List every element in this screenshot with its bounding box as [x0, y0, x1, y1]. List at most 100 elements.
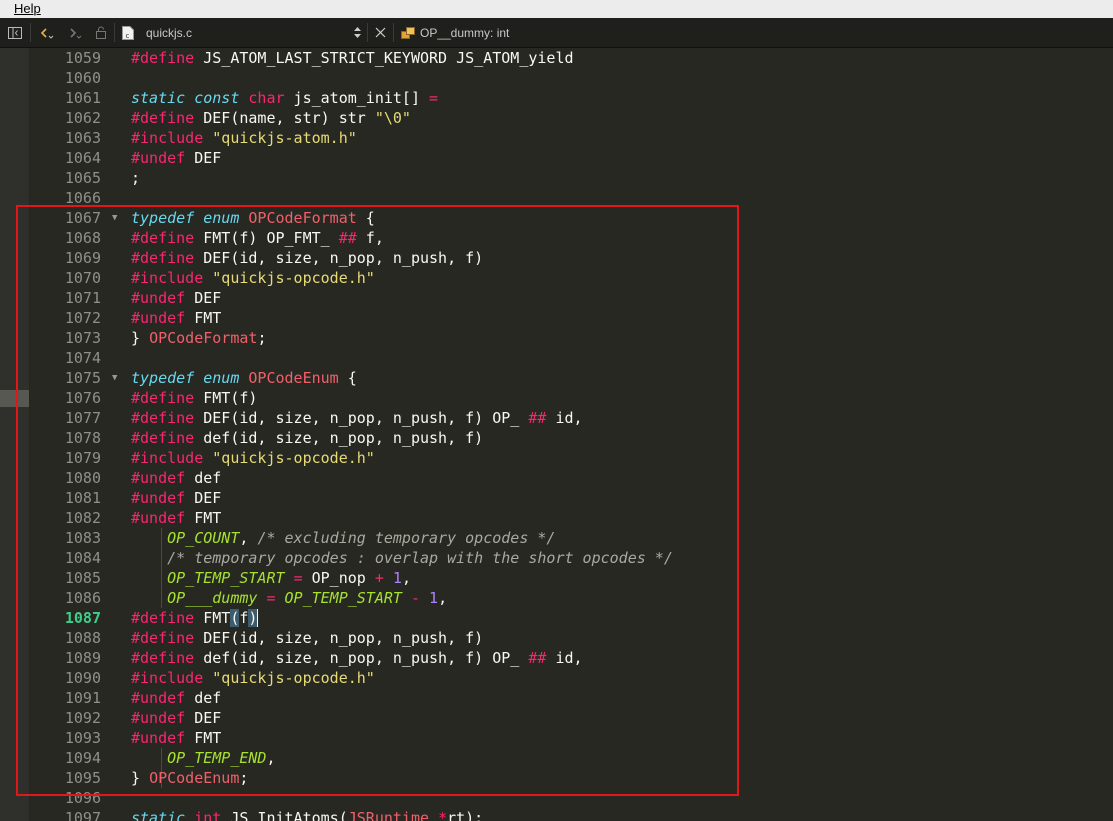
code-line[interactable]: 1097 static int JS_InitAtoms(JSRuntime *r…	[30, 808, 1113, 821]
toggle-sidebar-icon[interactable]	[4, 18, 26, 47]
line-number: 1059	[64, 49, 101, 67]
line-number: 1061	[64, 89, 101, 107]
line-number: 1097	[64, 809, 101, 821]
code-line[interactable]: 1068 #define FMT(f) OP_FMT_ ## f,	[30, 228, 1113, 248]
bookmark-gutter[interactable]	[0, 48, 30, 821]
code-line[interactable]: 1082 #undef FMT	[30, 508, 1113, 528]
code-line[interactable]: 1084 /* temporary opcodes : overlap with…	[30, 548, 1113, 568]
code-line[interactable]: 1096	[30, 788, 1113, 808]
code-line[interactable]: 1090 #include "quickjs-opcode.h"	[30, 668, 1113, 688]
code-line[interactable]: 1063 #include "quickjs-atom.h"	[30, 128, 1113, 148]
line-text: ;	[131, 169, 141, 187]
fold-arrow-icon[interactable]: ▼	[112, 368, 117, 388]
change-marker	[0, 390, 29, 407]
line-number: 1064	[64, 149, 101, 167]
code-line[interactable]: 1086 OP___dummy = OP_TEMP_START - 1,	[30, 588, 1113, 608]
line-text: #undef def	[131, 469, 222, 487]
code-line[interactable]: 1075 ▼ typedef enum OPCodeEnum {	[30, 368, 1113, 388]
lock-icon[interactable]	[92, 18, 110, 47]
line-number: 1086	[64, 589, 101, 607]
line-number: 1069	[64, 249, 101, 267]
line-text: typedef enum OPCodeFormat {	[131, 209, 375, 227]
code-line[interactable]: 1072 #undef FMT	[30, 308, 1113, 328]
line-text: #define def(id, size, n_pop, n_push, f)	[131, 429, 484, 447]
line-text: #undef def	[131, 689, 222, 707]
code-line[interactable]: 1093 #undef FMT	[30, 728, 1113, 748]
line-number: 1065	[64, 169, 101, 187]
code-line[interactable]: 1079 #include "quickjs-opcode.h"	[30, 448, 1113, 468]
file-tab-name[interactable]: quickjs.c	[146, 18, 192, 47]
code-line[interactable]: 1060	[30, 68, 1113, 88]
code-line[interactable]: 1087 #define FMT(f)	[30, 608, 1113, 628]
line-text: } OPCodeFormat;	[131, 329, 267, 347]
code-line[interactable]: 1070 #include "quickjs-opcode.h"	[30, 268, 1113, 288]
file-switcher-arrows-icon[interactable]	[350, 18, 364, 47]
line-text: OP_TEMP_END,	[167, 749, 276, 767]
line-text: static int JS_InitAtoms(JSRuntime *rt);	[131, 809, 484, 821]
fold-arrow-icon[interactable]: ▼	[112, 208, 117, 228]
line-number: 1062	[64, 109, 101, 127]
line-text: #undef FMT	[131, 509, 222, 527]
code-line[interactable]: 1089 #define def(id, size, n_pop, n_push,…	[30, 648, 1113, 668]
line-number: 1081	[64, 489, 101, 507]
code-line[interactable]: 1077 #define DEF(id, size, n_pop, n_push,…	[30, 408, 1113, 428]
line-number: 1093	[64, 729, 101, 747]
code-line[interactable]: 1091 #undef def	[30, 688, 1113, 708]
line-number: 1090	[64, 669, 101, 687]
line-number: 1092	[64, 709, 101, 727]
line-text: #define DEF(id, size, n_pop, n_push, f)	[131, 629, 484, 647]
code-line[interactable]: 1066	[30, 188, 1113, 208]
line-number: 1083	[64, 529, 101, 547]
line-number: 1070	[64, 269, 101, 287]
line-number: 1095	[64, 769, 101, 787]
code-line[interactable]: 1092 #undef DEF	[30, 708, 1113, 728]
line-number: 1091	[64, 689, 101, 707]
line-text: #define FMT(f) OP_FMT_ ## f,	[131, 229, 384, 247]
close-icon[interactable]	[371, 18, 389, 47]
code-line[interactable]: 1095} OPCodeEnum;	[30, 768, 1113, 788]
line-text: /* temporary opcodes : overlap with the …	[167, 549, 673, 567]
line-number: 1096	[64, 789, 101, 807]
line-text: #define JS_ATOM_LAST_STRICT_KEYWORD JS_A…	[131, 49, 574, 67]
code-line[interactable]: 1076 #define FMT(f)	[30, 388, 1113, 408]
code-line[interactable]: 1080 #undef def	[30, 468, 1113, 488]
line-number: 1063	[64, 129, 101, 147]
line-text: #define FMT(f)	[131, 389, 258, 407]
code-line[interactable]: 1062 #define DEF(name, str) str "\0"	[30, 108, 1113, 128]
code-line[interactable]: 1085 OP_TEMP_START = OP_nop + 1,	[30, 568, 1113, 588]
menu-bar: Help	[0, 0, 1113, 18]
menu-help[interactable]: Help	[14, 0, 41, 17]
code-line[interactable]: 1073 } OPCodeFormat;	[30, 328, 1113, 348]
code-line[interactable]: 1078 #define def(id, size, n_pop, n_push,…	[30, 428, 1113, 448]
code-line[interactable]: 1061 static const char js_atom_init[] =	[30, 88, 1113, 108]
line-number: 1089	[64, 649, 101, 667]
code-line[interactable]: 1083 OP_COUNT, /* excluding temporary op…	[30, 528, 1113, 548]
line-number: 1088	[64, 629, 101, 647]
code-line[interactable]: 1071 #undef DEF	[30, 288, 1113, 308]
forward-arrow-icon[interactable]	[64, 18, 84, 47]
line-number: 1075	[64, 369, 101, 387]
back-arrow-icon[interactable]	[36, 18, 56, 47]
line-text: #undef DEF	[131, 709, 222, 727]
line-number: 1082	[64, 509, 101, 527]
line-text: #define DEF(id, size, n_pop, n_push, f)	[131, 249, 484, 267]
code-line[interactable]: 1064 #undef DEF	[30, 148, 1113, 168]
code-editor[interactable]: 1059 #define JS_ATOM_LAST_STRICT_KEYWORD …	[30, 48, 1113, 821]
code-line[interactable]: 1074	[30, 348, 1113, 368]
line-number: 1087	[64, 609, 101, 627]
line-text: #define DEF(name, str) str "\0"	[131, 109, 411, 127]
code-line[interactable]: 1067 ▼ typedef enum OPCodeFormat {	[30, 208, 1113, 228]
code-line[interactable]: 1094 OP_TEMP_END,	[30, 748, 1113, 768]
line-text: #include "quickjs-atom.h"	[131, 129, 357, 147]
symbol-field-icon	[400, 18, 416, 47]
code-line[interactable]: 1069 #define DEF(id, size, n_pop, n_push,…	[30, 248, 1113, 268]
code-line[interactable]: 1065;	[30, 168, 1113, 188]
code-line[interactable]: 1081 #undef DEF	[30, 488, 1113, 508]
code-line[interactable]: 1059 #define JS_ATOM_LAST_STRICT_KEYWORD …	[30, 48, 1113, 68]
code-line[interactable]: 1088 #define DEF(id, size, n_pop, n_push,…	[30, 628, 1113, 648]
c-file-icon: c	[120, 18, 136, 47]
line-number: 1073	[64, 329, 101, 347]
editor-toolbar: c quickjs.c OP__dummy: int	[0, 18, 1113, 48]
symbol-selector[interactable]: OP__dummy: int	[420, 18, 509, 47]
line-text: #undef FMT	[131, 729, 222, 747]
